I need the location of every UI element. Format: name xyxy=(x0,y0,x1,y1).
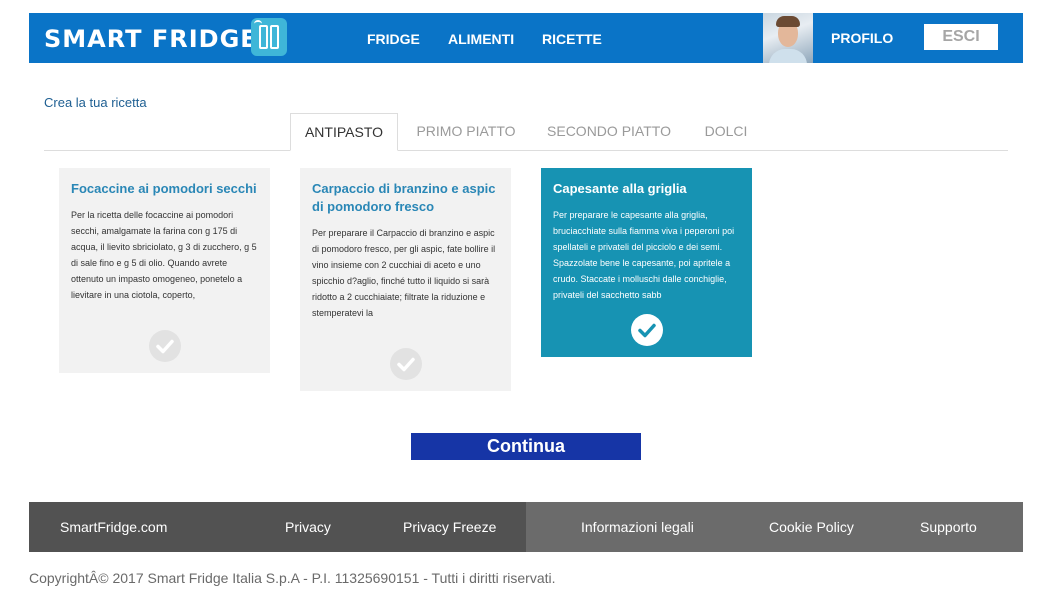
recipe-description: Per preparare le capesante alla griglia,… xyxy=(553,210,735,300)
footer-link-cookie-policy[interactable]: Cookie Policy xyxy=(769,519,854,535)
tab-antipasto[interactable]: ANTIPASTO xyxy=(290,113,398,151)
nav-fridge[interactable]: FRIDGE xyxy=(367,31,420,47)
recipe-card[interactable]: Focaccine ai pomodori secchi Per la rice… xyxy=(59,168,270,373)
check-icon[interactable] xyxy=(389,348,422,380)
nav-ricette[interactable]: RICETTE xyxy=(542,31,602,47)
logo-text[interactable]: SMART FRIDGE xyxy=(44,25,258,53)
logout-button[interactable]: ESCI xyxy=(924,24,998,50)
profile-link[interactable]: PROFILO xyxy=(831,30,893,46)
recipe-description: Per preparare il Carpaccio di branzino e… xyxy=(312,228,496,318)
recipe-card[interactable]: Carpaccio di branzino e aspic di pomodor… xyxy=(300,168,511,391)
page-title: Crea la tua ricetta xyxy=(44,95,147,110)
avatar[interactable] xyxy=(763,13,813,63)
course-tabs: ANTIPASTO PRIMO PIATTO SECONDO PIATTO DO… xyxy=(44,113,1008,151)
check-icon[interactable] xyxy=(148,330,181,362)
tab-dolci[interactable]: DOLCI xyxy=(692,113,760,150)
check-icon[interactable] xyxy=(630,314,663,346)
recipe-title: Focaccine ai pomodori secchi xyxy=(71,181,257,196)
recipe-description: Per la ricetta delle focaccine ai pomodo… xyxy=(71,210,257,300)
tab-secondo-piatto[interactable]: SECONDO PIATTO xyxy=(540,113,678,150)
footer-link-supporto[interactable]: Supporto xyxy=(920,519,977,535)
nav-alimenti[interactable]: ALIMENTI xyxy=(448,31,514,47)
recipe-title: Capesante alla griglia xyxy=(553,181,687,196)
continue-button[interactable]: Continua xyxy=(411,433,641,460)
tab-primo-piatto[interactable]: PRIMO PIATTO xyxy=(406,113,526,150)
footer-link-smartfridge[interactable]: SmartFridge.com xyxy=(60,519,167,535)
footer-link-informazioni-legali[interactable]: Informazioni legali xyxy=(581,519,694,535)
footer: SmartFridge.com Privacy Privacy Freeze I… xyxy=(29,502,1023,552)
copyright-text: CopyrightÂ© 2017 Smart Fridge Italia S.p… xyxy=(29,570,556,586)
top-header: SMART FRIDGE FRIDGE ALIMENTI RICETTE PRO… xyxy=(29,13,1023,63)
footer-link-privacy-freeze[interactable]: Privacy Freeze xyxy=(403,519,496,535)
recipe-title: Carpaccio di branzino e aspic di pomodor… xyxy=(312,181,496,214)
recipe-card-selected[interactable]: Capesante alla griglia Per preparare le … xyxy=(541,168,752,357)
footer-link-privacy[interactable]: Privacy xyxy=(285,519,331,535)
fridge-icon[interactable] xyxy=(251,18,287,56)
